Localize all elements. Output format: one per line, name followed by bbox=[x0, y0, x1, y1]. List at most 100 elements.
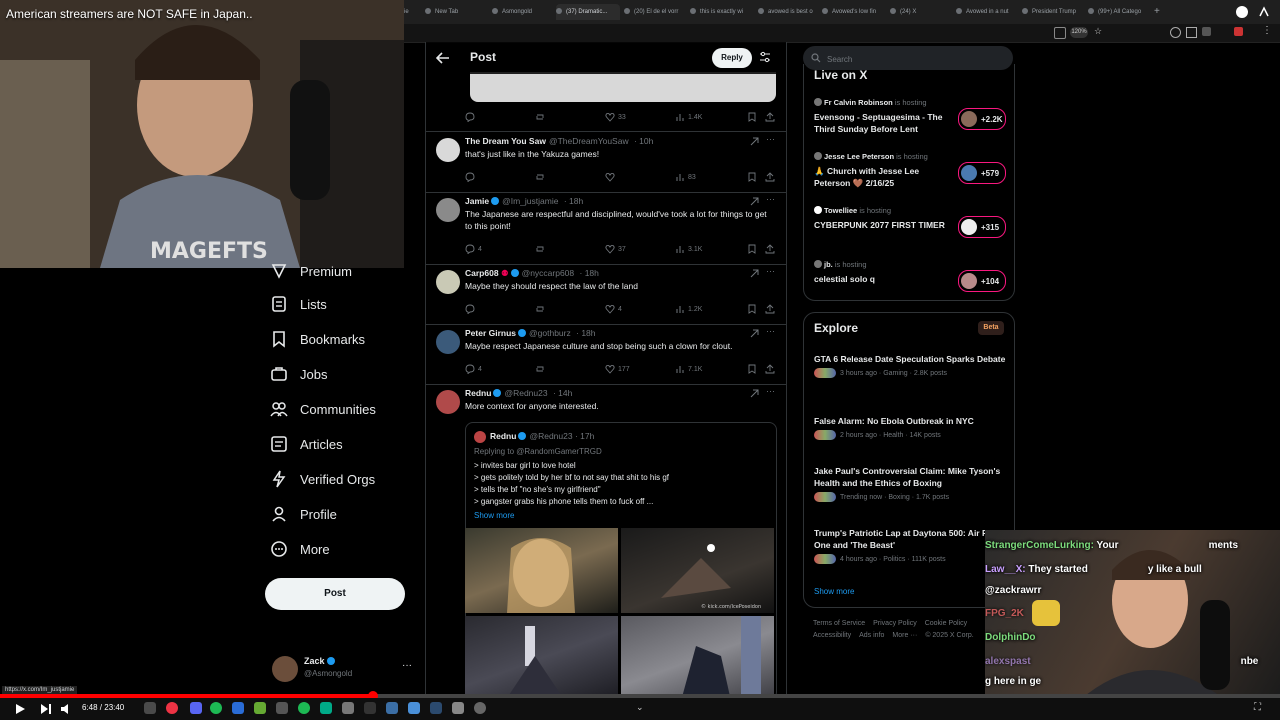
explore-item[interactable]: Jake Paul's Controversial Claim: Mike Ty… bbox=[814, 465, 1006, 502]
browser-tab-active[interactable]: (37) Dramatic... bbox=[556, 4, 620, 20]
share-action[interactable] bbox=[765, 112, 778, 122]
show-more-link[interactable]: Show more bbox=[474, 511, 514, 520]
repost-action[interactable] bbox=[535, 172, 548, 182]
share-icon[interactable] bbox=[1258, 6, 1270, 18]
reply-tweet[interactable]: Peter Girnus @gothburz · 18h ··· Maybe re… bbox=[426, 324, 786, 385]
new-tab-plus-icon[interactable]: + bbox=[1154, 4, 1166, 20]
taskbar-app-icon[interactable] bbox=[452, 702, 464, 714]
more-options-icon[interactable]: ··· bbox=[766, 326, 775, 336]
live-count-pill[interactable]: +104 bbox=[958, 270, 1006, 292]
bookmark-action[interactable] bbox=[747, 244, 760, 254]
bookmark-action[interactable] bbox=[747, 304, 760, 314]
reply-button[interactable]: Reply bbox=[712, 48, 752, 68]
more-options-icon[interactable]: ··· bbox=[766, 134, 775, 144]
account-switcher[interactable]: Zack @Asmongold ··· bbox=[272, 652, 422, 686]
extension-icon[interactable] bbox=[1170, 27, 1181, 38]
more-options-icon[interactable]: ··· bbox=[766, 194, 775, 204]
explore-item[interactable]: GTA 6 Release Date Speculation Sparks De… bbox=[814, 353, 1006, 378]
grok-icon[interactable] bbox=[750, 137, 759, 146]
quote-media-image[interactable] bbox=[621, 616, 774, 698]
browser-tab[interactable]: (20) El de el vorr bbox=[624, 4, 684, 20]
live-count-pill[interactable]: +579 bbox=[958, 162, 1006, 184]
grok-icon[interactable] bbox=[750, 269, 759, 278]
share-action[interactable] bbox=[765, 364, 778, 374]
live-item[interactable]: Towelliee is hosting CYBERPUNK 2077 FIRS… bbox=[814, 206, 1006, 250]
grok-icon[interactable] bbox=[750, 329, 759, 338]
share-action[interactable] bbox=[765, 172, 778, 182]
extension-icon[interactable] bbox=[1186, 27, 1197, 38]
menu-dots-icon[interactable]: ⋮ bbox=[1262, 25, 1272, 36]
volume-icon[interactable] bbox=[60, 703, 72, 715]
like-action[interactable]: 4 bbox=[605, 304, 622, 314]
browser-tab[interactable]: President Trump bbox=[1022, 4, 1082, 20]
taskbar-app-icon[interactable] bbox=[320, 702, 332, 714]
like-action[interactable]: 37 bbox=[605, 244, 626, 254]
taskbar-app-icon[interactable] bbox=[298, 702, 310, 714]
play-icon[interactable] bbox=[14, 703, 26, 715]
fullscreen-icon[interactable]: ⛶ bbox=[1254, 702, 1261, 713]
more-options-icon[interactable]: ··· bbox=[766, 266, 775, 276]
translate-icon[interactable] bbox=[1054, 27, 1066, 39]
settings-icon[interactable] bbox=[474, 702, 486, 714]
extension-icon[interactable] bbox=[1234, 27, 1243, 36]
views-action[interactable]: 1.4K bbox=[675, 112, 702, 122]
search-input[interactable] bbox=[825, 46, 1009, 72]
views-action[interactable]: 3.1K bbox=[675, 244, 702, 254]
profile-icon[interactable] bbox=[1236, 6, 1248, 18]
browser-tab[interactable]: New Tab bbox=[425, 4, 485, 20]
views-action[interactable]: 7.1K bbox=[675, 364, 702, 374]
sidebar-item-profile[interactable]: Profile bbox=[270, 499, 337, 529]
spotify-icon[interactable] bbox=[210, 702, 222, 714]
browser-tab[interactable]: Avowed in a nut bbox=[956, 4, 1016, 20]
chrome-icon[interactable] bbox=[166, 702, 178, 714]
footer-link[interactable]: Ads info bbox=[859, 632, 884, 639]
like-action[interactable]: 177 bbox=[605, 364, 630, 374]
live-count-pill[interactable]: +315 bbox=[958, 216, 1006, 238]
grok-icon[interactable] bbox=[750, 389, 759, 398]
browser-tab[interactable]: avowed is best o bbox=[758, 4, 816, 20]
zoom-indicator[interactable]: 120% bbox=[1070, 27, 1088, 38]
sidebar-item-lists[interactable]: Lists bbox=[270, 289, 327, 319]
footer-link[interactable]: Privacy Policy bbox=[873, 620, 917, 627]
browser-tab[interactable]: Asmongold bbox=[492, 4, 552, 20]
live-item[interactable]: jb. is hosting celestial solo q +104 bbox=[814, 260, 1006, 304]
taskbar-app-icon[interactable] bbox=[276, 702, 288, 714]
share-action[interactable] bbox=[765, 244, 778, 254]
sidebar-item-jobs[interactable]: Jobs bbox=[270, 359, 327, 389]
live-item[interactable]: Jesse Lee Peterson is hosting 🙏 Church w… bbox=[814, 152, 1006, 196]
steam-icon[interactable] bbox=[430, 702, 442, 714]
reply-tweet[interactable]: The Dream You Saw @TheDreamYouSaw · 10h ·… bbox=[426, 132, 786, 193]
extension-icon[interactable] bbox=[1202, 27, 1211, 36]
account-more-icon[interactable]: ··· bbox=[402, 660, 412, 671]
bookmark-action[interactable] bbox=[747, 172, 760, 182]
reply-action[interactable] bbox=[465, 112, 478, 122]
star-icon[interactable]: ☆ bbox=[1094, 26, 1102, 37]
browser-tab[interactable]: ie bbox=[404, 4, 422, 20]
back-arrow-icon[interactable] bbox=[436, 51, 450, 65]
footer-link[interactable]: Cookie Policy bbox=[925, 620, 967, 627]
bookmark-action[interactable] bbox=[747, 112, 760, 122]
views-action[interactable]: 83 bbox=[675, 172, 696, 182]
like-action[interactable] bbox=[605, 172, 618, 182]
browser-tab[interactable]: Avowed's low fin bbox=[822, 4, 882, 20]
post-button[interactable]: Post bbox=[265, 578, 405, 610]
footer-link[interactable]: Terms of Service bbox=[813, 620, 865, 627]
taskbar-app-icon[interactable] bbox=[386, 702, 398, 714]
reply-action[interactable] bbox=[465, 304, 478, 314]
footer-link[interactable]: Accessibility bbox=[813, 632, 851, 639]
reply-action[interactable] bbox=[465, 172, 478, 182]
explore-item[interactable]: False Alarm: No Ebola Outbreak in NYC 2 … bbox=[814, 415, 1006, 440]
sidebar-item-communities[interactable]: Communities bbox=[270, 394, 376, 424]
sidebar-item-bookmarks[interactable]: Bookmarks bbox=[270, 324, 365, 354]
repost-action[interactable] bbox=[535, 304, 548, 314]
sidebar-item-more[interactable]: More bbox=[270, 534, 330, 564]
bookmark-action[interactable] bbox=[747, 364, 760, 374]
like-action[interactable]: 33 bbox=[605, 112, 626, 122]
repost-action[interactable] bbox=[535, 112, 548, 122]
taskbar-app-icon[interactable] bbox=[364, 702, 376, 714]
quote-media-image[interactable] bbox=[465, 616, 618, 698]
taskbar-app-icon[interactable] bbox=[408, 702, 420, 714]
reply-tweet[interactable]: Jamie @Im_justjamie · 18h ··· The Japanes… bbox=[426, 192, 786, 265]
reply-tweet[interactable]: Carp608 ⚉ @nyccarp608 · 18h ··· Maybe the… bbox=[426, 264, 786, 325]
reply-action[interactable]: 4 bbox=[465, 244, 482, 254]
